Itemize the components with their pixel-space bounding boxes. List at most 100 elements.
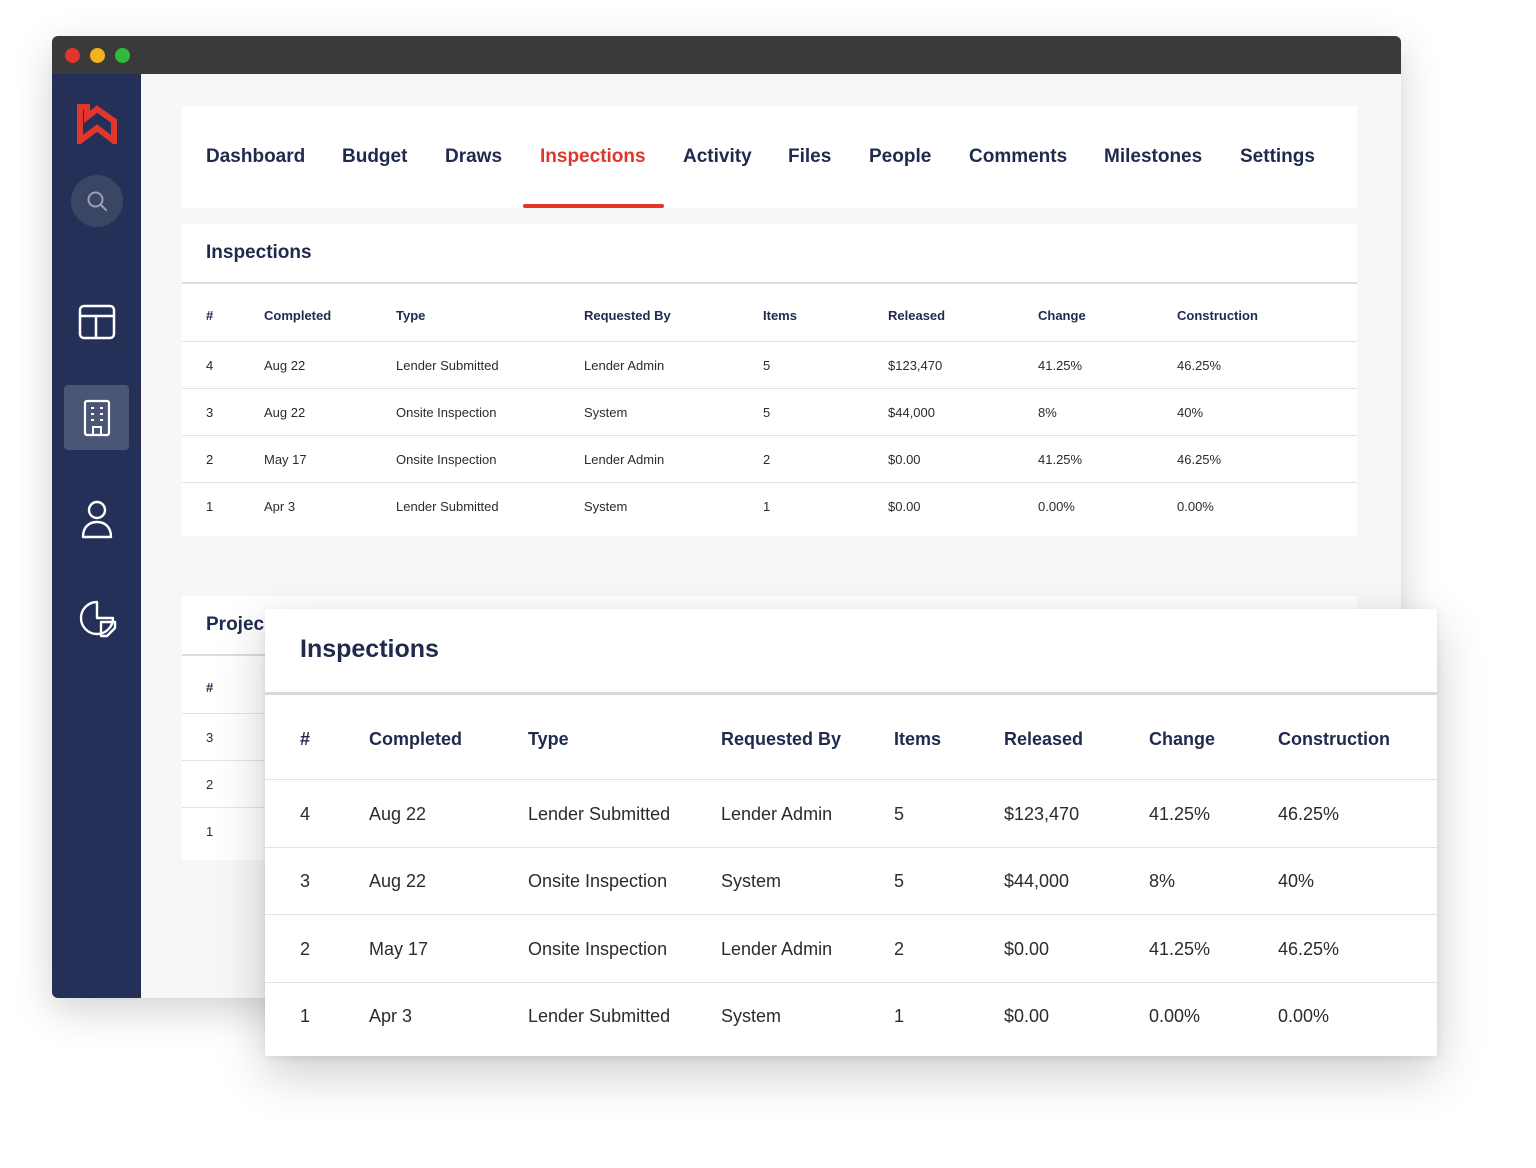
cell-construction: 46.25% — [1278, 939, 1340, 959]
cell-released: $0.00 — [1004, 939, 1050, 959]
cell-change: 8% — [1038, 405, 1057, 420]
table-header-row: # Completed Type Requested By Items Rele… — [265, 695, 1437, 780]
inspections-card-zoomed: Inspections # Completed Type Requested B… — [265, 609, 1437, 1056]
stage: Dashboard Budget Draws Inspections Activ… — [0, 0, 1536, 1168]
column-header[interactable]: Requested By — [721, 729, 841, 750]
cell-released: $44,000 — [1004, 871, 1070, 891]
cell-number: 2 — [206, 452, 214, 467]
tab-budget[interactable]: Budget — [342, 146, 407, 168]
table-row[interactable]: 2 May 17 Onsite Inspection Lender Admin … — [182, 436, 1357, 483]
window-titlebar — [52, 36, 1401, 74]
table-row[interactable]: 1 Apr 3 Lender Submitted System 1 $0.00 … — [265, 983, 1437, 1051]
cell-type: Lender Submitted — [396, 358, 499, 373]
chart-icon[interactable] — [64, 585, 129, 650]
column-header[interactable]: Completed — [264, 308, 331, 323]
cell-number: 1 — [206, 824, 214, 839]
column-header[interactable]: Change — [1149, 729, 1215, 750]
cell-number: 3 — [206, 730, 214, 745]
tab-comments[interactable]: Comments — [969, 146, 1067, 168]
table-row[interactable]: 1 Apr 3 Lender Submitted System 1 $0.00 … — [182, 483, 1357, 530]
cell-construction: 46.25% — [1177, 358, 1222, 373]
column-header[interactable]: Construction — [1177, 308, 1258, 323]
active-tab-indicator — [523, 204, 664, 208]
search-icon[interactable] — [71, 175, 123, 227]
cell-items: 5 — [763, 405, 771, 420]
cell-released: $0.00 — [888, 499, 921, 514]
cell-requested-by: System — [721, 871, 782, 891]
tab-activity[interactable]: Activity — [683, 146, 752, 168]
cell-change: 41.25% — [1038, 452, 1083, 467]
column-header[interactable]: Change — [1038, 308, 1086, 323]
table-row[interactable]: 3 Aug 22 Onsite Inspection System 5 $44,… — [265, 848, 1437, 915]
column-header[interactable]: Type — [396, 308, 425, 323]
tab-settings[interactable]: Settings — [1240, 146, 1315, 168]
project-nav: Dashboard Budget Draws Inspections Activ… — [182, 106, 1357, 208]
cell-completed: Apr 3 — [264, 499, 296, 514]
column-header[interactable]: Type — [528, 729, 569, 750]
table-row[interactable]: 4 Aug 22 Lender Submitted Lender Admin 5… — [265, 780, 1437, 848]
cell-change: 8% — [1149, 871, 1176, 891]
sidebar — [52, 74, 141, 998]
tab-files[interactable]: Files — [788, 146, 831, 168]
inspections-card: Inspections # Completed Type Requested B… — [182, 224, 1357, 536]
cell-construction: 40% — [1278, 871, 1315, 891]
column-header[interactable]: Construction — [1278, 729, 1390, 750]
cell-items: 1 — [763, 499, 771, 514]
cell-number: 1 — [300, 1006, 311, 1026]
cell-type: Lender Submitted — [396, 499, 499, 514]
cell-released: $0.00 — [1004, 1006, 1050, 1026]
tab-people[interactable]: People — [869, 146, 931, 168]
column-header[interactable]: Released — [1004, 729, 1083, 750]
cell-number: 3 — [206, 405, 214, 420]
table-row[interactable]: 4 Aug 22 Lender Submitted Lender Admin 5… — [182, 342, 1357, 389]
column-header[interactable]: Completed — [369, 729, 462, 750]
column-header[interactable]: Items — [763, 308, 797, 323]
cell-construction: 0.00% — [1177, 499, 1214, 514]
column-header: # — [300, 729, 311, 749]
cell-completed: Aug 22 — [369, 871, 427, 891]
building-icon[interactable] — [64, 385, 129, 450]
cell-requested-by: System — [584, 499, 628, 514]
cell-type: Onsite Inspection — [396, 405, 497, 420]
cell-construction: 46.25% — [1278, 804, 1340, 824]
column-header[interactable]: Requested By — [584, 308, 671, 323]
maximize-window-button[interactable] — [115, 48, 130, 63]
cell-released: $123,470 — [888, 358, 943, 373]
tab-milestones[interactable]: Milestones — [1104, 146, 1202, 168]
cell-change: 41.25% — [1038, 358, 1083, 373]
cell-requested-by: Lender Admin — [584, 358, 665, 373]
cell-requested-by: System — [721, 1006, 782, 1026]
table-row[interactable]: 3 Aug 22 Onsite Inspection System 5 $44,… — [182, 389, 1357, 436]
cell-items: 2 — [894, 939, 905, 959]
cell-completed: Apr 3 — [369, 1006, 413, 1026]
cell-change: 0.00% — [1038, 499, 1075, 514]
cell-type: Onsite Inspection — [396, 452, 497, 467]
cell-type: Lender Submitted — [528, 1006, 671, 1026]
cell-type: Onsite Inspection — [528, 939, 668, 959]
tab-dashboard[interactable]: Dashboard — [206, 146, 305, 168]
inspections-card-title: Inspections — [300, 635, 439, 663]
column-header[interactable]: Items — [894, 729, 941, 750]
cell-items: 5 — [894, 804, 905, 824]
cell-items: 5 — [763, 358, 771, 373]
cell-number: 3 — [300, 871, 311, 891]
table-row[interactable]: 2 May 17 Onsite Inspection Lender Admin … — [265, 915, 1437, 983]
tab-draws[interactable]: Draws — [445, 146, 502, 168]
cell-completed: Aug 22 — [264, 358, 306, 373]
cell-completed: Aug 22 — [264, 405, 306, 420]
user-icon[interactable] — [64, 486, 129, 551]
minimize-window-button[interactable] — [90, 48, 105, 63]
cell-items: 1 — [894, 1006, 905, 1026]
tab-inspections[interactable]: Inspections — [540, 146, 646, 168]
cell-number: 2 — [300, 939, 311, 959]
cell-change: 41.25% — [1149, 939, 1211, 959]
close-window-button[interactable] — [65, 48, 80, 63]
logo-icon[interactable] — [77, 104, 117, 148]
layout-icon[interactable] — [64, 289, 129, 354]
cell-change: 41.25% — [1149, 804, 1211, 824]
cell-completed: May 17 — [369, 939, 429, 959]
column-header[interactable]: Released — [888, 308, 945, 323]
cell-number: 1 — [206, 499, 214, 514]
column-header: # — [206, 680, 214, 695]
cell-construction: 46.25% — [1177, 452, 1222, 467]
